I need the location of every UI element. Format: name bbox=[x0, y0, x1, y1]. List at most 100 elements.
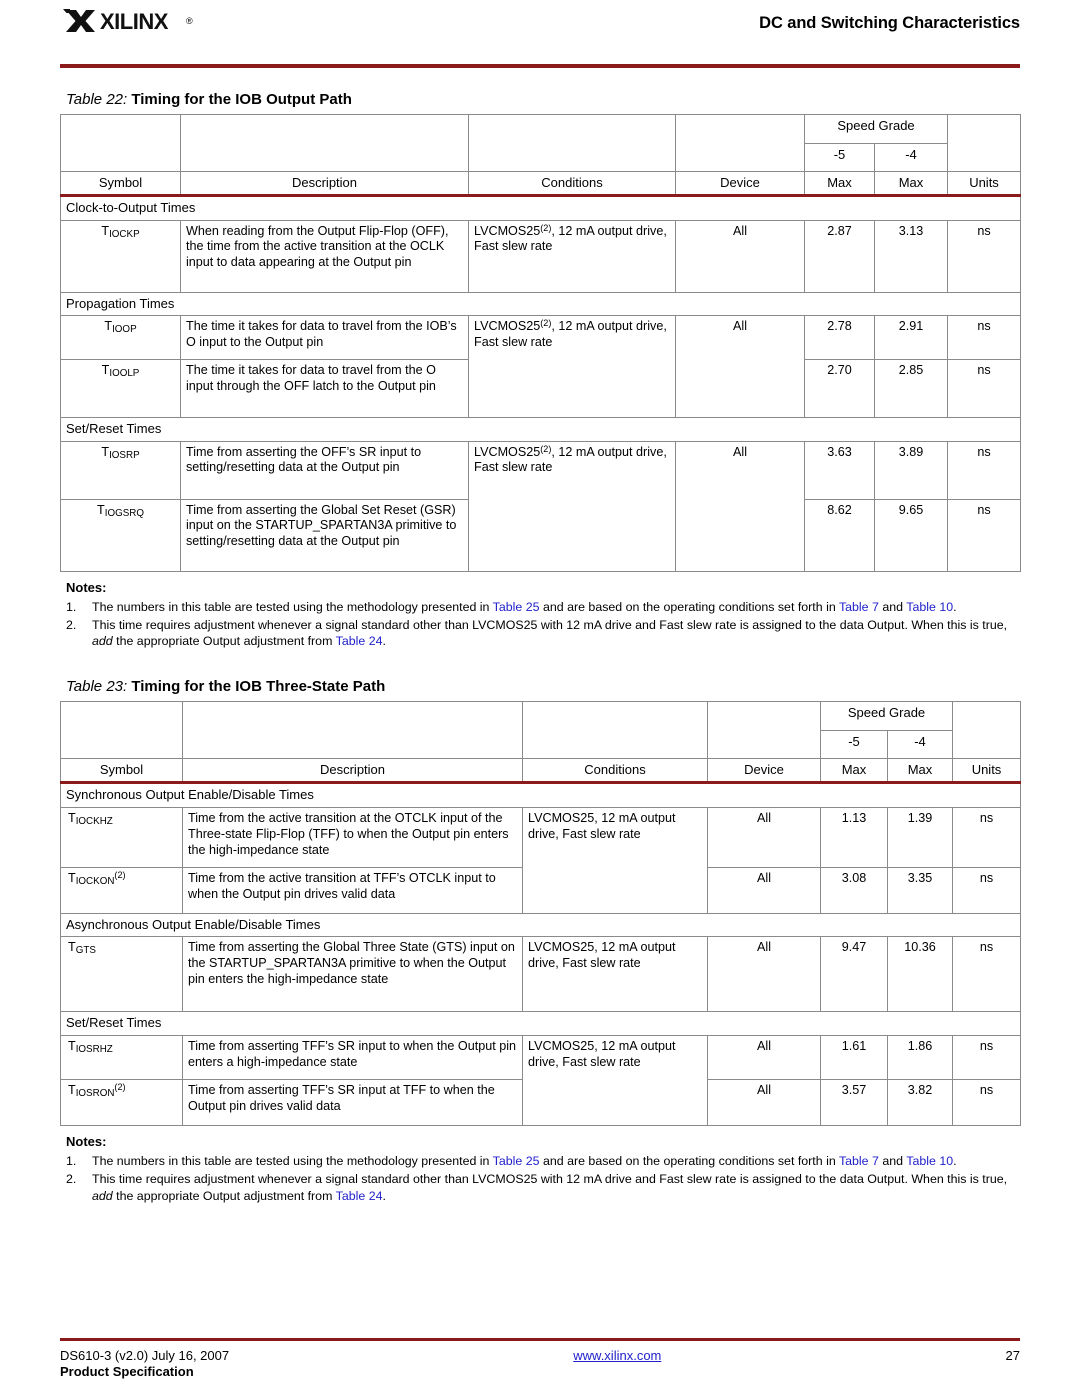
table22-col-max-4: Max bbox=[874, 170, 948, 197]
conditions-footnote: (2) bbox=[540, 222, 552, 233]
row-conditions: LVCMOS25(2), 12 mA output drive, Fast sl… bbox=[468, 315, 676, 418]
symbol-subscript: IOSRP bbox=[109, 449, 140, 461]
symbol-t: T bbox=[68, 870, 76, 885]
row-device: All bbox=[707, 866, 821, 914]
symbol-subscript: IOCKON bbox=[75, 875, 115, 887]
note-body: The numbers in this table are tested usi… bbox=[92, 1153, 1020, 1169]
symbol-t: T bbox=[68, 810, 76, 825]
table22-caption-number: Table 22: bbox=[66, 90, 128, 108]
footer-url-link[interactable]: www.xilinx.com bbox=[573, 1348, 661, 1363]
row-units: ns bbox=[947, 359, 1021, 418]
row-device: All bbox=[675, 440, 805, 572]
row-max-5: 9.47 bbox=[820, 936, 888, 1013]
table22: Speed Grade -5 -4 Symbol Description Con… bbox=[60, 113, 1021, 572]
table-reference-link[interactable]: Table 25 bbox=[493, 1154, 540, 1168]
section-label: Set/Reset Times bbox=[60, 417, 1021, 442]
row-description: Time from asserting the Global Set Reset… bbox=[180, 498, 469, 572]
table-reference-link[interactable]: Table 7 bbox=[839, 1154, 879, 1168]
table22-header-row-1: Speed Grade bbox=[60, 113, 1021, 171]
note-body: The numbers in this table are tested usi… bbox=[92, 599, 1020, 615]
table22-section-header: Clock-to-Output Times bbox=[60, 195, 1021, 221]
note-text: and bbox=[878, 599, 907, 614]
symbol-t: T bbox=[68, 1038, 76, 1053]
row-device: All bbox=[675, 315, 805, 418]
table23-header-row-3: Symbol Description Conditions Device Max… bbox=[60, 757, 1021, 785]
note-item: 2. This time requires adjustment wheneve… bbox=[66, 617, 1020, 650]
symbol-footnote: (2) bbox=[114, 1081, 126, 1092]
row-max-5: 3.63 bbox=[804, 440, 875, 500]
header-spacer-description bbox=[182, 700, 523, 759]
table-row: TIOCKHZ Time from the active transition … bbox=[60, 806, 1021, 914]
table-reference-link[interactable]: Table 10 bbox=[906, 1154, 953, 1168]
emphasis-text: add bbox=[92, 634, 113, 649]
footer-subtitle: Product Specification bbox=[60, 1364, 194, 1379]
header-spacer-device bbox=[675, 113, 805, 171]
table-row: TIOSRHZ Time from asserting TFF’s SR inp… bbox=[60, 1034, 1021, 1126]
table23-col-device: Device bbox=[707, 757, 821, 785]
row-max-4: 2.91 bbox=[874, 315, 948, 360]
table-reference-link[interactable]: Table 25 bbox=[493, 600, 540, 614]
row-description: The time it takes for data to travel fro… bbox=[180, 359, 469, 418]
header-spacer-symbol bbox=[60, 700, 183, 759]
page-footer: DS610-3 (v2.0) July 16, 2007 www.xilinx.… bbox=[60, 1337, 1020, 1379]
row-units: ns bbox=[952, 936, 1021, 1013]
registered-mark: ® bbox=[186, 16, 193, 26]
row-max-4: 9.65 bbox=[874, 498, 948, 572]
note-text: The numbers in this table are tested usi… bbox=[92, 1153, 493, 1168]
notes-title: Notes: bbox=[66, 579, 107, 595]
symbol-subscript: GTS bbox=[75, 945, 96, 957]
table23-speed-grade-header: Speed Grade bbox=[820, 700, 953, 731]
row-description: The time it takes for data to travel fro… bbox=[180, 315, 469, 360]
symbol-subscript: IOCKP bbox=[109, 228, 140, 240]
table23-caption-number: Table 23: bbox=[66, 677, 128, 695]
note-number: 1. bbox=[66, 599, 77, 614]
table23-caption-text: Timing for the IOB Three-State Path bbox=[131, 677, 386, 695]
row-device: All bbox=[707, 936, 821, 1013]
row-description: Time from asserting the Global Three Sta… bbox=[182, 936, 523, 1013]
row-device: All bbox=[675, 219, 805, 293]
symbol-subscript: IOCKHZ bbox=[75, 815, 113, 827]
header-spacer-conditions bbox=[522, 700, 708, 759]
row-max-5: 1.13 bbox=[820, 806, 888, 868]
section-label: Asynchronous Output Enable/Disable Times bbox=[60, 912, 1021, 938]
header-rule bbox=[60, 64, 1020, 68]
note-number: 2. bbox=[66, 1172, 77, 1187]
note-item: 2. This time requires adjustment wheneve… bbox=[66, 1171, 1020, 1204]
row-device: All bbox=[707, 806, 821, 868]
section-label: Set/Reset Times bbox=[60, 1011, 1021, 1036]
table23-grade-5-header: -5 bbox=[820, 729, 888, 759]
table-reference-link[interactable]: Table 24 bbox=[336, 634, 383, 648]
row-symbol: TIOGSRQ bbox=[60, 498, 181, 572]
row-units: ns bbox=[947, 315, 1021, 360]
symbol-subscript: IOGSRQ bbox=[104, 507, 144, 519]
row-max-5: 3.57 bbox=[820, 1078, 888, 1126]
symbol-t: T bbox=[68, 1082, 76, 1097]
table-reference-link[interactable]: Table 10 bbox=[906, 600, 953, 614]
xilinx-logo-mark: XILINX bbox=[63, 9, 169, 34]
footer-rule bbox=[60, 1337, 1020, 1341]
row-max-5: 1.61 bbox=[820, 1034, 888, 1080]
page-title: DC and Switching Characteristics bbox=[759, 14, 1020, 32]
conditions-pre: LVCMOS25 bbox=[474, 319, 541, 333]
row-device: All bbox=[707, 1078, 821, 1126]
symbol-t: T bbox=[97, 502, 105, 517]
note-number: 2. bbox=[66, 618, 77, 633]
row-symbol: TIOSRHZ bbox=[60, 1034, 183, 1080]
table22-speed-grade-header: Speed Grade bbox=[804, 113, 948, 144]
note-item: 1. The numbers in this table are tested … bbox=[66, 1153, 1020, 1169]
table22-col-max-5: Max bbox=[804, 170, 875, 197]
row-description: Time from asserting TFF’s SR input at TF… bbox=[182, 1078, 523, 1126]
table-row: TGTS Time from asserting the Global Thre… bbox=[60, 936, 1021, 1013]
row-units: ns bbox=[952, 866, 1021, 914]
header-spacer-device bbox=[707, 700, 821, 759]
note-text: and are based on the operating condition… bbox=[539, 599, 839, 614]
table-reference-link[interactable]: Table 24 bbox=[336, 1189, 383, 1203]
header-spacer-description bbox=[180, 113, 469, 171]
note-text: This time requires adjustment whenever a… bbox=[92, 1172, 1008, 1187]
table-reference-link[interactable]: Table 7 bbox=[839, 600, 879, 614]
table-row: TIOOP The time it takes for data to trav… bbox=[60, 315, 1021, 418]
row-max-5: 2.87 bbox=[804, 219, 875, 293]
table-row: TIOSRP Time from asserting the OFF’s SR … bbox=[60, 440, 1021, 572]
table22-grade-5-header: -5 bbox=[804, 142, 875, 172]
symbol-t: T bbox=[101, 223, 110, 238]
